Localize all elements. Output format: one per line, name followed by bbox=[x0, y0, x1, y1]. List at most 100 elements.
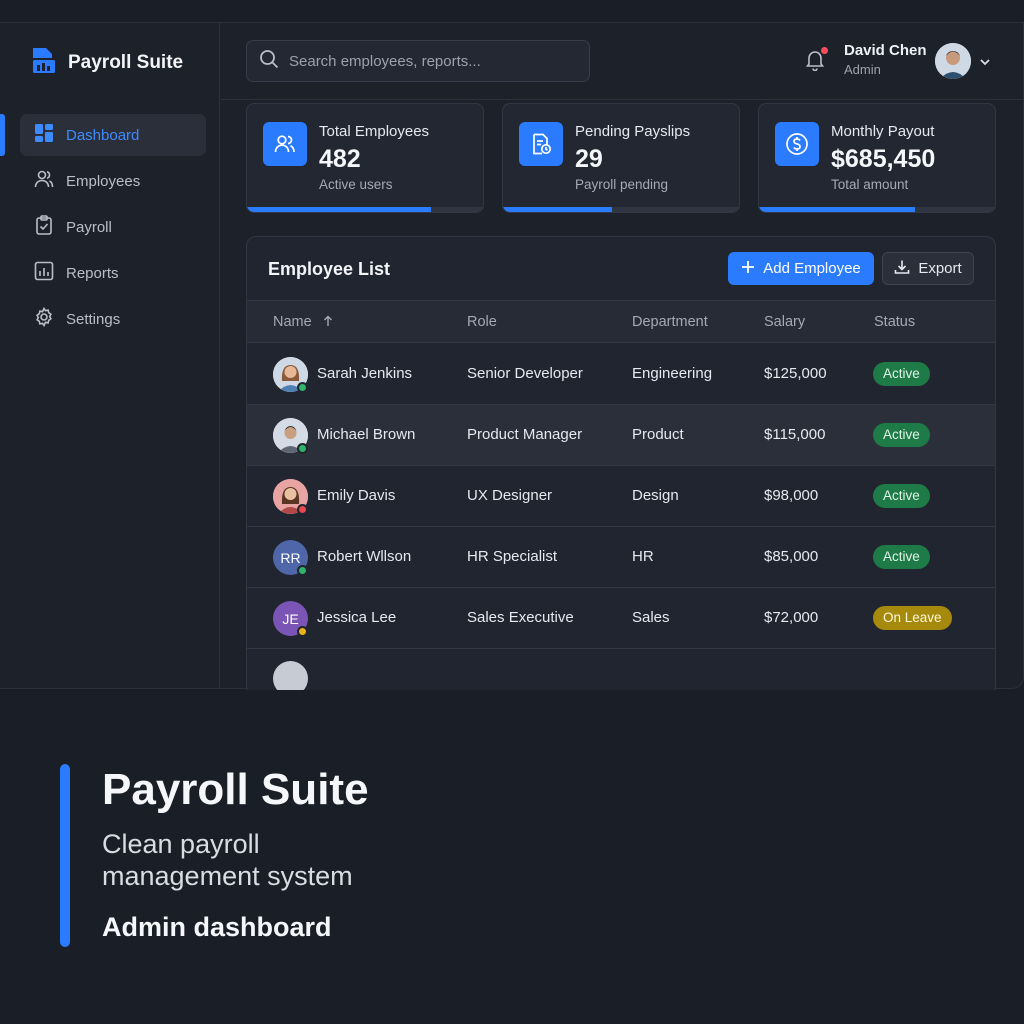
employee-salary: $72,000 bbox=[764, 609, 819, 626]
export-label: Export bbox=[918, 260, 962, 277]
column-header-role[interactable]: Role bbox=[467, 314, 497, 330]
column-header-salary[interactable]: Salary bbox=[764, 314, 805, 330]
sidebar-item-settings[interactable]: Settings bbox=[20, 298, 206, 340]
progress-track bbox=[503, 207, 739, 212]
chart-icon bbox=[34, 261, 54, 285]
clipboard-icon bbox=[34, 215, 54, 239]
employee-salary: $125,000 bbox=[764, 365, 827, 382]
stat-value: 482 bbox=[319, 145, 361, 173]
dollar-icon bbox=[775, 122, 819, 166]
sidebar-item-reports[interactable]: Reports bbox=[20, 252, 206, 294]
table-header: Name Role Department Salary Status bbox=[247, 300, 995, 343]
sidebar-item-employees[interactable]: Employees bbox=[20, 160, 206, 202]
user-role: Admin bbox=[844, 62, 881, 77]
hero-tagline: Admin dashboard bbox=[102, 912, 332, 942]
employee-name: Robert Wllson bbox=[317, 548, 412, 565]
employee-name: Jessica Lee bbox=[317, 609, 397, 626]
sidebar-item-payroll[interactable]: Payroll bbox=[20, 206, 206, 248]
progress-fill bbox=[759, 207, 915, 212]
avatar-initials: JE bbox=[282, 610, 299, 627]
sidebar-item-label: Reports bbox=[66, 264, 119, 282]
users-icon bbox=[34, 169, 54, 193]
export-button[interactable]: Export bbox=[882, 252, 974, 285]
stat-value: 29 bbox=[575, 145, 603, 173]
employee-list-panel: Employee List Add Employee Export Name R… bbox=[246, 236, 996, 696]
employee-name: Emily Davis bbox=[317, 487, 396, 504]
sidebar: Payroll Suite Dashboard Employees Payrol… bbox=[0, 23, 220, 688]
progress-track bbox=[759, 207, 995, 212]
sort-arrow-icon bbox=[316, 314, 334, 330]
avatar-initials: RR bbox=[280, 549, 301, 566]
table-row[interactable]: JE Jessica Lee Sales Executive Sales $72… bbox=[247, 588, 995, 649]
notification-dot bbox=[821, 47, 828, 54]
status-dot bbox=[297, 443, 308, 454]
employee-role: HR Specialist bbox=[467, 548, 558, 565]
employee-role: Senior Developer bbox=[467, 365, 583, 382]
accent-bar bbox=[60, 764, 70, 947]
stat-card-monthly-payout[interactable]: Monthly Payout $685,450 Total amount bbox=[758, 103, 996, 213]
search-icon bbox=[259, 49, 279, 74]
sidebar-item-label: Payroll bbox=[66, 218, 112, 236]
employee-department: Product bbox=[632, 426, 684, 443]
status-badge: Active bbox=[873, 362, 930, 386]
users-icon bbox=[263, 122, 307, 166]
employee-department: Sales bbox=[632, 609, 670, 626]
sidebar-item-label: Settings bbox=[66, 310, 121, 328]
add-employee-label: Add Employee bbox=[763, 260, 861, 277]
employee-name: Sarah Jenkins bbox=[317, 365, 413, 382]
stat-subtitle: Payroll pending bbox=[575, 177, 669, 192]
avatar[interactable] bbox=[935, 43, 971, 79]
logo-icon bbox=[30, 45, 58, 80]
employee-department: Engineering bbox=[632, 365, 713, 382]
table-row[interactable]: RR Robert Wllson HR Specialist HR $85,00… bbox=[247, 527, 995, 588]
status-dot bbox=[297, 626, 308, 637]
column-header-status[interactable]: Status bbox=[874, 314, 915, 330]
panel-title: Employee List bbox=[268, 259, 391, 279]
status-dot bbox=[297, 382, 308, 393]
dashboard-icon bbox=[34, 123, 54, 147]
employee-role: Product Manager bbox=[467, 426, 583, 443]
hero-subtitle: Clean payroll management system bbox=[102, 829, 353, 891]
employee-salary: $98,000 bbox=[764, 487, 819, 504]
column-header-name[interactable]: Name bbox=[273, 314, 334, 330]
sidebar-item-label: Employees bbox=[66, 172, 141, 190]
stat-subtitle: Active users bbox=[319, 177, 393, 192]
add-employee-button[interactable]: Add Employee bbox=[728, 252, 874, 285]
progress-track bbox=[247, 207, 483, 212]
download-icon bbox=[894, 259, 910, 279]
status-dot bbox=[297, 504, 308, 515]
status-badge: Active bbox=[873, 484, 930, 508]
stat-subtitle: Total amount bbox=[831, 177, 909, 192]
employee-salary: $115,000 bbox=[764, 426, 826, 443]
stat-value: $685,450 bbox=[831, 145, 936, 173]
column-header-department[interactable]: Department bbox=[632, 314, 708, 330]
gear-icon bbox=[34, 306, 54, 331]
employee-department: HR bbox=[632, 548, 654, 565]
user-info[interactable]: David Chen Admin bbox=[844, 42, 927, 77]
employee-role: Sales Executive bbox=[467, 609, 574, 626]
progress-fill bbox=[247, 207, 432, 212]
employee-name: Michael Brown bbox=[317, 426, 416, 443]
status-dot bbox=[297, 565, 308, 576]
table-row[interactable]: Michael Brown Product Manager Product $1… bbox=[247, 405, 995, 466]
table-row[interactable]: Sarah Jenkins Senior Developer Engineeri… bbox=[247, 344, 995, 405]
search-input[interactable] bbox=[289, 52, 579, 70]
status-badge: Active bbox=[873, 423, 930, 447]
sidebar-item-label: Dashboard bbox=[66, 126, 140, 144]
stat-card-total-employees[interactable]: Total Employees 482 Active users bbox=[246, 103, 484, 213]
payslip-icon bbox=[519, 122, 563, 166]
table-row[interactable] bbox=[247, 649, 995, 695]
brand[interactable]: Payroll Suite bbox=[30, 45, 183, 80]
stat-card-pending-payslips[interactable]: Pending Payslips 29 Payroll pending bbox=[502, 103, 740, 213]
brand-name: Payroll Suite bbox=[68, 51, 184, 73]
chevron-down-icon[interactable] bbox=[979, 54, 991, 72]
table-row[interactable]: Emily Davis UX Designer Design $98,000 A… bbox=[247, 466, 995, 527]
sidebar-item-dashboard[interactable]: Dashboard bbox=[0, 114, 206, 156]
plus-icon bbox=[741, 260, 755, 278]
hero-title: Payroll Suite bbox=[102, 765, 369, 814]
stat-title: Monthly Payout bbox=[831, 123, 935, 140]
progress-fill bbox=[503, 207, 612, 212]
employee-role: UX Designer bbox=[467, 487, 553, 504]
status-badge: On Leave bbox=[873, 606, 952, 630]
search-box[interactable] bbox=[246, 40, 590, 82]
